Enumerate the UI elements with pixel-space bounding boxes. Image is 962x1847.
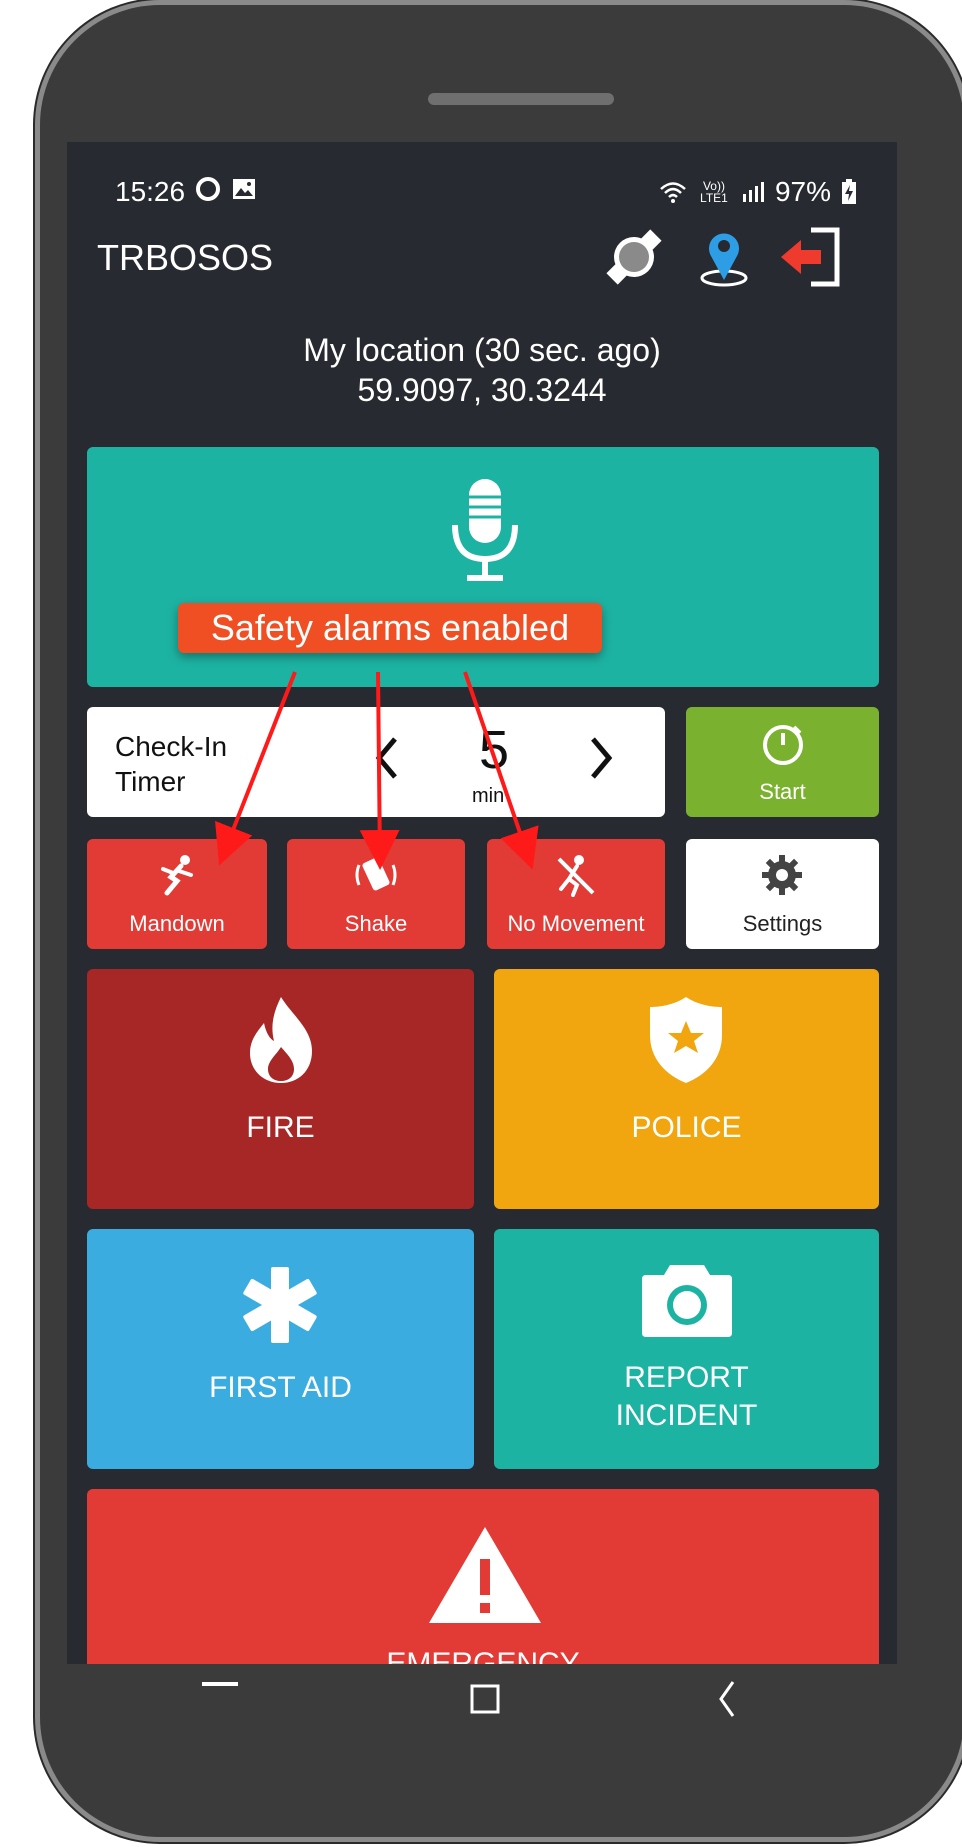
- timer-label: Check-In Timer: [115, 729, 227, 799]
- chevron-left-icon[interactable]: [375, 735, 399, 781]
- wifi-icon: [660, 182, 686, 203]
- image-icon: [233, 179, 255, 199]
- lifebuoy-icon: [196, 177, 220, 201]
- back-icon[interactable]: [717, 1680, 737, 1718]
- police-button[interactable]: POLICE: [494, 969, 879, 1209]
- timer-label-line2: Timer: [115, 766, 186, 797]
- settings-label: Settings: [742, 911, 823, 936]
- emergency-label: EMERGENCY: [386, 1647, 580, 1664]
- phone-speaker: [428, 93, 614, 105]
- settings-button[interactable]: Settings: [686, 839, 879, 949]
- shake-label: Shake: [344, 911, 408, 936]
- fire-label: FIRE: [246, 1111, 315, 1144]
- timer-label-line1: Check-In: [115, 731, 228, 762]
- timer-unit: min: [472, 785, 505, 807]
- recent-apps-icon[interactable]: [202, 1680, 238, 1688]
- no-movement-button[interactable]: No Movement: [487, 839, 665, 949]
- status-time: 15:26: [115, 176, 186, 207]
- timer-value: 5: [479, 720, 510, 780]
- camera-icon: [642, 1265, 732, 1337]
- mandown-button[interactable]: Mandown: [87, 839, 267, 949]
- android-nav-bar: [67, 1664, 897, 1734]
- gear-icon: [762, 855, 802, 895]
- medical-asterisk-icon: [243, 1267, 317, 1343]
- logout-icon[interactable]: [777, 222, 847, 292]
- fire-icon: [250, 997, 312, 1083]
- battery-percent: 97%: [774, 176, 831, 207]
- phone-shake-icon: [355, 857, 397, 891]
- start-label: Start: [759, 779, 806, 804]
- chevron-right-icon[interactable]: [589, 735, 613, 781]
- location-coords: 59.9097, 30.3244: [357, 372, 607, 408]
- microphone-icon: [452, 479, 518, 581]
- no-movement-icon: [557, 855, 595, 897]
- battery-charging-icon: [842, 179, 856, 204]
- mandown-label: Mandown: [129, 911, 225, 936]
- app-title: TRBOSOS: [97, 237, 274, 278]
- my-location: My location (30 sec. ago) 59.9097, 30.32…: [67, 330, 897, 410]
- gps-satellite-icon[interactable]: [599, 222, 669, 292]
- status-bar: 15:26 Vo)) LTE1 97%: [67, 142, 897, 207]
- emergency-button[interactable]: EMERGENCY: [87, 1489, 879, 1664]
- timer-start-button[interactable]: Start: [686, 707, 879, 817]
- check-in-timer: Check-In Timer 5 min: [87, 707, 665, 817]
- no-movement-label: No Movement: [507, 911, 645, 936]
- falling-person-icon: [161, 855, 193, 896]
- status-right: Vo)) LTE1 97%: [659, 176, 857, 208]
- signal-icon: [742, 182, 764, 202]
- report-line1: REPORT: [624, 1361, 749, 1394]
- fire-button[interactable]: FIRE: [87, 969, 474, 1209]
- app-screen: 15:26 Vo)) LTE1 97% TRBOSOS My location …: [67, 142, 897, 1664]
- report-incident-label: REPORT INCIDENT: [494, 1359, 879, 1435]
- police-label: POLICE: [631, 1111, 742, 1144]
- stopwatch-icon: [763, 725, 803, 765]
- location-pin-icon[interactable]: [689, 222, 759, 292]
- location-heading: My location (30 sec. ago): [303, 332, 661, 368]
- warning-icon: [429, 1527, 541, 1623]
- annotation-callout: Safety alarms enabled: [178, 603, 602, 653]
- home-icon[interactable]: [470, 1684, 500, 1714]
- first-aid-label: FIRST AID: [209, 1371, 352, 1404]
- report-line2: INCIDENT: [615, 1399, 758, 1432]
- report-incident-button[interactable]: REPORT INCIDENT: [494, 1229, 879, 1469]
- police-badge-icon: [650, 997, 722, 1083]
- first-aid-button[interactable]: FIRST AID: [87, 1229, 474, 1469]
- network-label: Vo)) LTE1: [700, 179, 728, 205]
- shake-button[interactable]: Shake: [287, 839, 465, 949]
